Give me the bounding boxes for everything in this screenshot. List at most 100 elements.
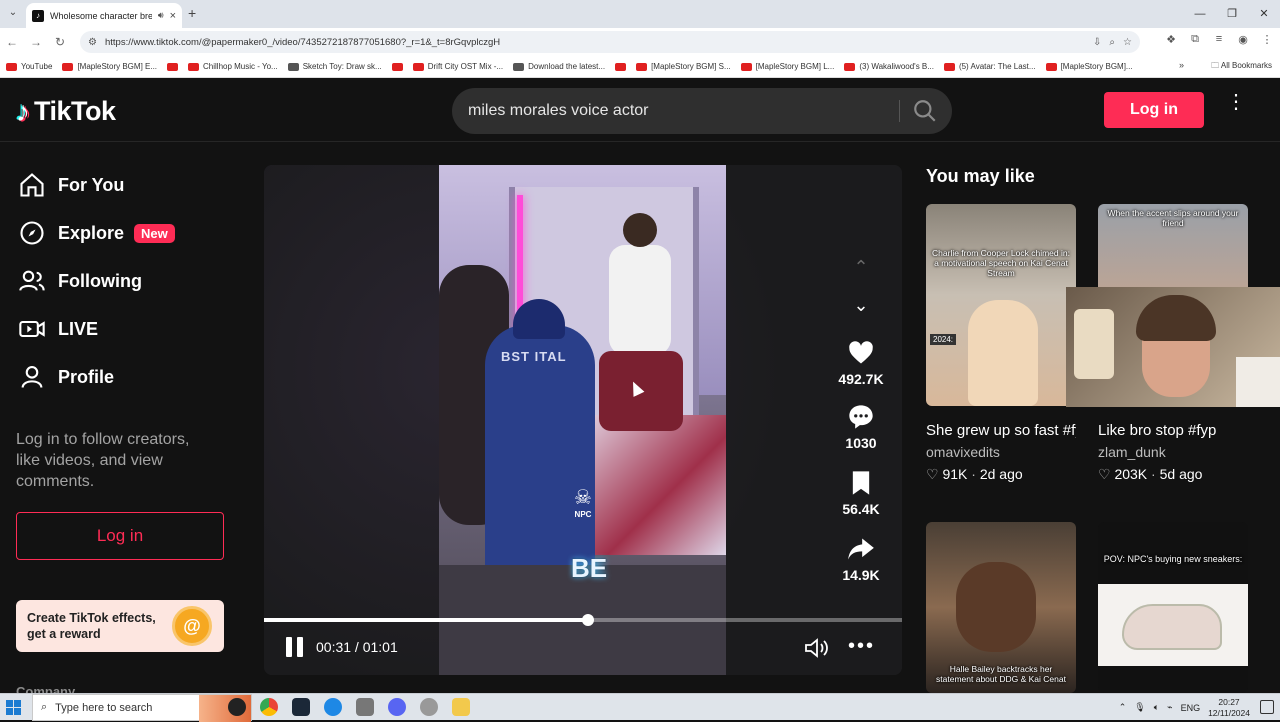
- microphone-icon[interactable]: 🎙︎: [1134, 702, 1145, 713]
- avatar-icon[interactable]: ◉: [1236, 33, 1250, 46]
- next-video-icon[interactable]: ⌄: [837, 287, 885, 323]
- bookmark-item[interactable]: (3) Wakaliwood's B...: [844, 62, 934, 71]
- bookmark-item[interactable]: [391, 62, 403, 71]
- save-count: 56.4K: [842, 501, 880, 517]
- card-title[interactable]: She grew up so fast #fyp #kai #kaicena..…: [926, 420, 1076, 442]
- more-options-icon[interactable]: •••: [848, 635, 875, 658]
- card-author[interactable]: omavixedits: [926, 444, 1076, 460]
- bookmark-item[interactable]: Sketch Toy: Draw sk...: [287, 62, 382, 71]
- file-explorer-icon[interactable]: [452, 698, 470, 716]
- bookmark-item[interactable]: YouTube: [6, 62, 52, 71]
- obs-icon[interactable]: [228, 698, 246, 716]
- zoom-icon[interactable]: ⌕: [1109, 37, 1115, 48]
- taskbar-search[interactable]: ⌕ Type here to search: [32, 694, 252, 722]
- save-action[interactable]: 56.4K: [830, 469, 892, 517]
- app-icon[interactable]: [356, 698, 374, 716]
- login-button[interactable]: Log in: [1104, 92, 1204, 128]
- share-action[interactable]: 14.9K: [830, 535, 892, 583]
- video-thumbnail[interactable]: Halle Bailey backtracks her statement ab…: [926, 522, 1076, 693]
- video-thumbnail[interactable]: POV: NPC's buying new sneakers:: [1098, 522, 1248, 693]
- effects-banner[interactable]: Create TikTok effects, get a reward @: [16, 600, 224, 652]
- recommended-video-card[interactable]: POV: NPC's buying new sneakers:: [1098, 522, 1248, 693]
- install-app-icon[interactable]: ⇩: [1093, 37, 1101, 48]
- pause-icon[interactable]: [286, 637, 304, 657]
- tiktok-favicon-icon: ♪: [32, 9, 44, 22]
- close-window-icon[interactable]: ✕: [1248, 0, 1280, 28]
- sidebar-item-live[interactable]: LIVE: [18, 315, 98, 343]
- bookmark-item[interactable]: [167, 62, 179, 71]
- sidebar-item-for-you[interactable]: For You: [18, 171, 124, 199]
- discord-icon[interactable]: [388, 698, 406, 716]
- clock-time: 20:27: [1218, 696, 1240, 707]
- app-icon[interactable]: [420, 698, 438, 716]
- restore-icon[interactable]: ❐: [1216, 0, 1248, 28]
- recommended-video-card[interactable]: Halle Bailey backtracks her statement ab…: [926, 522, 1076, 693]
- bookmark-item[interactable]: [MapleStory BGM] E...: [62, 62, 157, 71]
- volume-icon[interactable]: [804, 637, 830, 659]
- sidebar-item-explore[interactable]: Explore New: [18, 219, 175, 247]
- like-action[interactable]: 492.7K: [830, 339, 892, 387]
- progress-bar[interactable]: [264, 614, 902, 626]
- bookmark-item[interactable]: [MapleStory BGM]...: [1045, 62, 1133, 71]
- minimize-icon[interactable]: —: [1184, 0, 1216, 28]
- speaker-icon[interactable]: 🔊︎: [158, 10, 164, 21]
- browser-tab[interactable]: ♪ Wholesome character break 🔊︎ ×: [26, 3, 182, 28]
- steam-icon[interactable]: [292, 698, 310, 716]
- youtube-icon: [167, 62, 179, 71]
- tiktok-note-icon: ♪: [16, 95, 30, 127]
- sidebar-login-button[interactable]: Log in: [16, 512, 224, 560]
- clock[interactable]: 20:27 12/11/2024: [1208, 697, 1250, 719]
- tiktok-logo[interactable]: ♪ TikTok: [16, 96, 116, 127]
- tray-chevron-icon[interactable]: ⌃: [1119, 702, 1127, 713]
- new-tab-icon[interactable]: +: [188, 5, 196, 21]
- bookmark-item[interactable]: [MapleStory BGM] S...: [636, 62, 731, 71]
- bookmark-item[interactable]: Download the latest...: [513, 62, 605, 71]
- omnibox[interactable]: ⚙︎ https://www.tiktok.com/@papermaker0_/…: [80, 31, 1140, 53]
- site-info-icon[interactable]: ⚙︎: [88, 37, 97, 48]
- heart-outline-icon: ♡: [926, 466, 939, 482]
- puzzle-icon[interactable]: ⧉: [1188, 33, 1202, 46]
- player-controls: 00:31 / 01:01 •••: [264, 627, 902, 667]
- media-icon[interactable]: ≡: [1212, 33, 1226, 46]
- search-icon[interactable]: [912, 98, 938, 124]
- chrome-menu-icon[interactable]: ⋮: [1260, 33, 1274, 46]
- bookmark-star-icon[interactable]: ☆: [1123, 37, 1132, 48]
- bookmark-item[interactable]: (5) Avatar: The Last...: [943, 62, 1036, 71]
- reload-icon[interactable]: ↻: [48, 35, 72, 49]
- sidebar-item-profile[interactable]: Profile: [18, 363, 114, 391]
- thumbnail-person: [968, 300, 1038, 406]
- video-thumbnail[interactable]: Charlie from Cooper Lock chimed in: a mo…: [926, 204, 1076, 406]
- all-bookmarks-folder[interactable]: 🗀 All Bookmarks: [1211, 60, 1272, 74]
- more-menu-icon[interactable]: ⋮: [1226, 92, 1246, 112]
- chrome-icon[interactable]: [260, 698, 278, 716]
- sidebar-item-following[interactable]: Following: [18, 267, 142, 295]
- windows-start-icon[interactable]: [6, 700, 22, 716]
- extension-icon[interactable]: ❖: [1164, 33, 1178, 46]
- effects-coin-icon: @: [172, 606, 212, 646]
- recommended-video-card[interactable]: Charlie from Cooper Lock chimed in: a mo…: [926, 204, 1076, 483]
- bookmark-item[interactable]: Drift City OST Mix -...: [412, 62, 503, 71]
- card-author[interactable]: zlam_dunk: [1098, 444, 1248, 460]
- bookmark-item[interactable]: Chillhop Music - Yo...: [188, 62, 278, 71]
- network-icon[interactable]: ⌁: [1167, 702, 1172, 713]
- bookmark-item[interactable]: [MapleStory BGM] L...: [740, 62, 834, 71]
- progress-handle[interactable]: [582, 614, 595, 626]
- url-text[interactable]: https://www.tiktok.com/@papermaker0_/vid…: [105, 37, 1085, 48]
- app-icon[interactable]: [324, 698, 342, 716]
- comment-action[interactable]: 1030: [830, 403, 892, 451]
- more-bookmarks-icon[interactable]: »: [1179, 60, 1184, 70]
- search-input[interactable]: [468, 88, 888, 134]
- card-title[interactable]: Like bro stop #fyp: [1098, 420, 1248, 442]
- back-icon[interactable]: ←: [0, 35, 24, 49]
- video-frame[interactable]: BST ITAL ☠ NPC BE: [439, 165, 726, 675]
- bookmark-label: Sketch Toy: Draw sk...: [302, 62, 382, 71]
- volume-tray-icon[interactable]: 🔈︎: [1154, 702, 1159, 713]
- language-indicator[interactable]: ENG: [1181, 703, 1201, 713]
- previous-video-icon[interactable]: ⌃: [837, 249, 885, 285]
- forward-icon[interactable]: →: [24, 35, 48, 49]
- bookmark-item[interactable]: [615, 62, 627, 71]
- tab-search-icon[interactable]: ⌄: [4, 4, 22, 22]
- close-tab-icon[interactable]: ×: [170, 10, 176, 22]
- video-player[interactable]: BST ITAL ☠ NPC BE ⌃ ⌄ 492.7K 1030 56.4K 1…: [264, 165, 902, 675]
- notification-icon[interactable]: [1260, 700, 1274, 714]
